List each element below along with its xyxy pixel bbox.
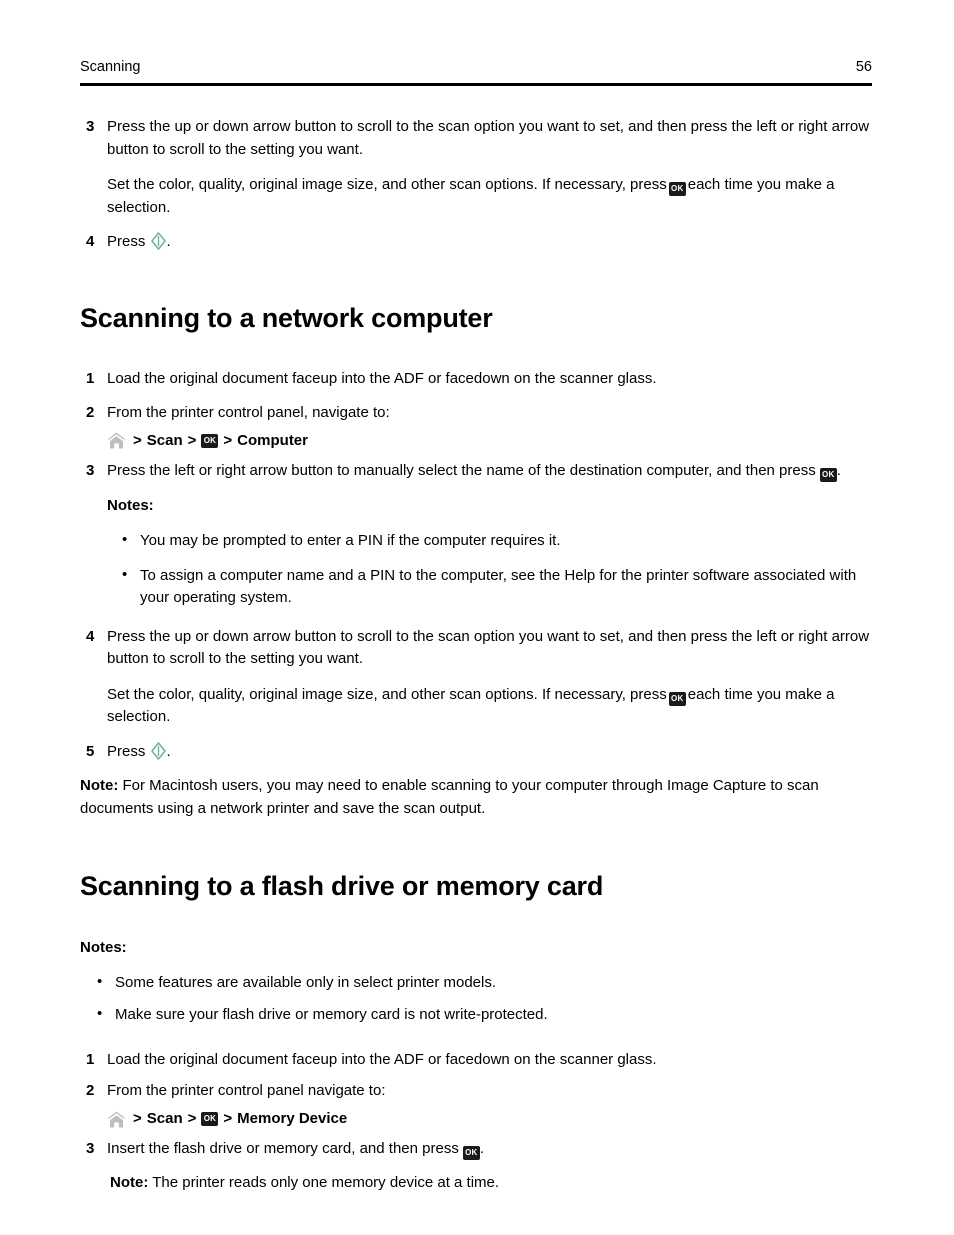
nav-separator: >	[133, 1109, 142, 1127]
page-number: 56	[855, 59, 872, 75]
start-button-icon	[150, 231, 166, 251]
note-paragraph-flash: Note: The printer reads only one memory …	[0, 1172, 954, 1195]
ok-button-icon: OK	[668, 182, 686, 196]
note-label: Note:	[80, 777, 119, 795]
step-text: Load the original document faceup into t…	[107, 1050, 657, 1068]
step-text-after: .	[836, 462, 841, 480]
note-paragraph-network: Note: For Macintosh users, you may need …	[0, 775, 954, 820]
step-number: 2	[86, 1082, 95, 1100]
running-header: Scanning 56	[80, 58, 872, 76]
list-item: Make sure your flash drive or memory car…	[0, 1003, 954, 1027]
note-text: For Macintosh users, you may need to ena…	[80, 777, 819, 817]
step-item: 4 Press .	[0, 231, 954, 254]
step-number: 1	[86, 1050, 95, 1068]
step-item: 3 Insert the flash drive or memory card,…	[0, 1138, 954, 1161]
ok-button-icon: OK	[201, 1112, 219, 1127]
notes-label: Notes:	[107, 496, 154, 514]
step-item: 3 Press the up or down arrow button to s…	[0, 116, 954, 161]
step-item: 2 From the printer control panel, naviga…	[0, 402, 954, 425]
notes-list-flash: Some features are available only in sele…	[0, 971, 954, 1027]
ok-button-icon: OK	[819, 468, 837, 483]
nav-separator: >	[187, 1109, 197, 1127]
notes-label: Notes:	[80, 939, 127, 957]
step-item: 1 Load the original document faceup into…	[0, 1049, 954, 1072]
nav-separator: >	[133, 431, 142, 449]
step-extra-text: Set the color, quality, original image s…	[0, 684, 954, 729]
home-icon	[107, 432, 126, 449]
step-text: Press the left or right arrow button to …	[107, 462, 816, 480]
note-text: The printer reads only one memory device…	[152, 1173, 500, 1191]
nav-label-computer: Computer	[237, 431, 308, 449]
list-item: To assign a computer name and a PIN to t…	[0, 564, 954, 610]
ok-button-icon: OK	[201, 433, 219, 448]
header-section-title: Scanning	[80, 59, 141, 75]
step-number: 3	[86, 1140, 95, 1158]
nav-separator: >	[223, 431, 233, 449]
step-text: Press	[107, 742, 146, 760]
step-text-after: .	[479, 1140, 484, 1158]
step-number: 2	[86, 404, 95, 422]
step-text: Load the original document faceup into t…	[107, 369, 657, 387]
step-extra-before: Set the color, quality, original image s…	[107, 176, 667, 193]
note-label: Note:	[110, 1173, 149, 1191]
step-number: 3	[86, 118, 95, 135]
ok-button-icon: OK	[668, 691, 686, 706]
step-number: 5	[86, 742, 95, 760]
nav-separator: >	[187, 431, 197, 449]
step-item: 2 From the printer control panel navigat…	[0, 1080, 954, 1103]
list-item: You may be prompted to enter a PIN if th…	[0, 529, 954, 553]
start-button-icon	[150, 741, 166, 760]
step-extra-text: Set the color, quality, original image s…	[0, 174, 954, 219]
step-item: 4 Press the up or down arrow button to s…	[0, 626, 954, 671]
notes-list-network: You may be prompted to enter a PIN if th…	[0, 529, 954, 610]
step-text: From the printer control panel, navigate…	[107, 404, 390, 422]
section-heading-flash: Scanning to a flash drive or memory card	[80, 871, 604, 902]
step-number: 3	[86, 462, 95, 480]
document-content: 3 Press the up or down arrow button to s…	[0, 116, 954, 1194]
navigation-path-network: > Scan > OK > Computer	[0, 430, 954, 453]
section-heading-network: Scanning to a network computer	[80, 302, 493, 333]
step-text-after: .	[166, 233, 171, 250]
step-text: Insert the flash drive or memory card, a…	[107, 1140, 459, 1158]
step-text-after: .	[166, 742, 171, 760]
step-extra-before: Set the color, quality, original image s…	[107, 685, 667, 703]
nav-label-memory-device: Memory Device	[237, 1109, 348, 1127]
step-item: 1 Load the original document faceup into…	[0, 368, 954, 391]
navigation-path-flash: > Scan > OK > Memory Device	[0, 1108, 954, 1131]
step-number: 4	[86, 233, 95, 250]
list-item: Some features are available only in sele…	[0, 971, 954, 995]
step-text: From the printer control panel navigate …	[107, 1082, 386, 1100]
nav-separator: >	[223, 1109, 233, 1127]
nav-label-scan: Scan	[146, 1109, 183, 1127]
document-page: Scanning 56 3 Press the up or down arrow…	[0, 0, 954, 1235]
step-number: 1	[86, 369, 95, 387]
step-number: 4	[86, 627, 95, 645]
home-icon	[107, 1111, 126, 1128]
step-item: 5 Press .	[0, 741, 954, 764]
nav-label-scan: Scan	[146, 431, 183, 449]
step-item: 3 Press the left or right arrow button t…	[0, 460, 954, 483]
step-text: Press the up or down arrow button to scr…	[107, 627, 870, 668]
ok-button-icon: OK	[462, 1146, 480, 1161]
step-text: Press the up or down arrow button to scr…	[107, 118, 870, 158]
step-text: Press	[107, 233, 146, 250]
header-divider	[80, 83, 872, 86]
